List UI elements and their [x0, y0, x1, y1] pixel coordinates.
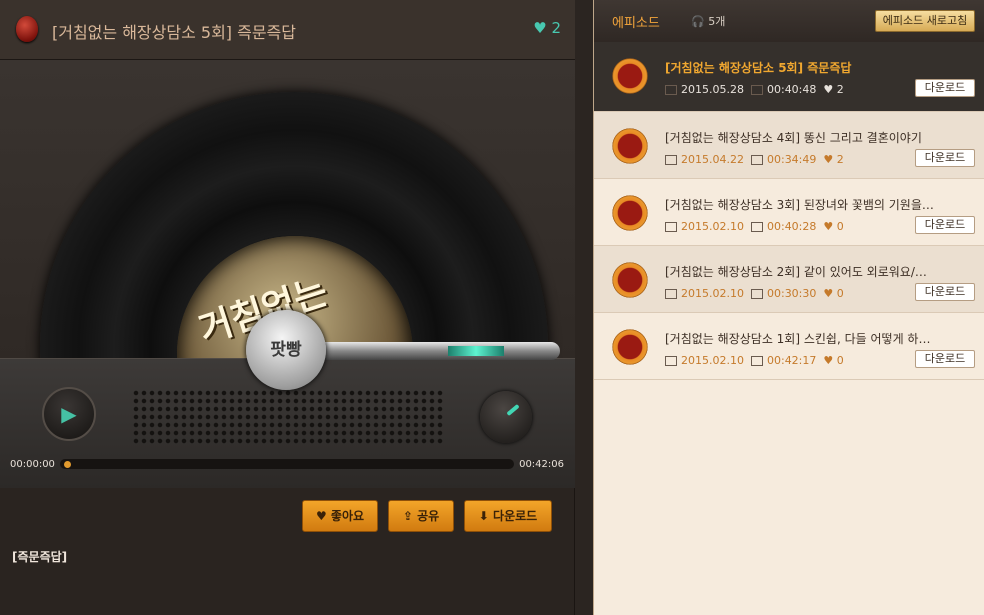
episode-likes: 2 — [836, 83, 844, 96]
episode-count-text: 5개 — [708, 15, 726, 28]
like-count-value: 2 — [551, 19, 561, 37]
upload-icon — [665, 85, 677, 95]
sidebar-header: 에피소드 🎧 5개 에피소드 새로고침 — [594, 0, 984, 42]
episode-item-4[interactable]: [거침없는 해장상담소 4회] 똥신 그리고 결혼이야기 2015.04.22 … — [594, 112, 984, 179]
duration-icon — [750, 289, 763, 299]
share-button-label: 공유 — [417, 509, 440, 523]
progress-handle[interactable] — [64, 461, 71, 468]
episode-title: [거침없는 해장상담소 1회] 스킨쉽, 다들 어떻게 하… — [665, 332, 931, 346]
page: [거침없는 해장상담소 5회] 즉문즉답 ♥ 2 거침없는 팟빵 ▶ 00:00… — [0, 0, 984, 615]
tonearm-glow — [448, 346, 504, 356]
episode-download-button[interactable]: 다운로드 — [915, 283, 975, 301]
episode-likes: 0 — [836, 354, 844, 367]
episode-duration: 00:42:17 — [766, 354, 817, 367]
like-button-label: 좋아요 — [330, 509, 365, 523]
episode-date: 2015.02.10 — [681, 287, 744, 300]
upload-icon — [665, 356, 677, 366]
like-count: ♥ 2 — [533, 19, 561, 37]
episode-item-2[interactable]: [거침없는 해장상담소 2회] 같이 있어도 외로워요/… 2015.02.10… — [594, 246, 984, 313]
tonearm[interactable] — [300, 342, 560, 360]
episode-item-1[interactable]: [거침없는 해장상담소 1회] 스킨쉽, 다들 어떻게 하… 2015.02.1… — [594, 313, 984, 380]
progress-bar[interactable] — [60, 459, 514, 469]
upload-icon — [665, 289, 677, 299]
total-time: 00:42:06 — [519, 459, 564, 470]
episode-count: 🎧 5개 — [691, 15, 726, 28]
episode-date: 2015.02.10 — [681, 354, 744, 367]
episode-download-button[interactable]: 다운로드 — [915, 350, 975, 368]
download-button-label: 다운로드 — [493, 509, 538, 523]
episode-duration: 00:34:49 — [766, 153, 817, 166]
player-title: [거침없는 해장상담소 5회] 즉문즉답 — [52, 23, 297, 42]
episode-meta: 2015.02.10 00:40:28 ♥ 0 — [665, 220, 844, 233]
episode-title: [거침없는 해장상담소 4회] 똥신 그리고 결혼이야기 — [665, 131, 922, 145]
episode-meta: 2015.05.28 00:40:48 ♥ 2 — [665, 83, 844, 96]
play-button[interactable]: ▶ — [42, 387, 96, 441]
episode-duration: 00:40:48 — [766, 83, 817, 96]
episode-description: [즉문즉답] — [12, 550, 68, 564]
episode-title: [거침없는 해장상담소 5회] 즉문즉답 — [665, 61, 852, 75]
episode-item-5[interactable]: [거침없는 해장상담소 5회] 즉문즉답 2015.05.28 00:40:48… — [594, 42, 984, 112]
player-header: [거침없는 해장상담소 5회] 즉문즉답 ♥ 2 — [0, 0, 575, 60]
duration-icon — [750, 356, 763, 366]
knob-indicator — [506, 403, 520, 417]
upload-icon — [665, 222, 677, 232]
episode-date: 2015.05.28 — [681, 83, 744, 96]
podcast-logo-icon — [16, 16, 38, 42]
headphones-icon — [610, 193, 650, 233]
episode-download-button[interactable]: 다운로드 — [915, 149, 975, 167]
episode-download-button[interactable]: 다운로드 — [915, 79, 975, 97]
episode-likes: 0 — [836, 220, 844, 233]
episode-likes: 0 — [836, 287, 844, 300]
upload-icon — [665, 155, 677, 165]
episode-title: [거침없는 해장상담소 2회] 같이 있어도 외로워요/… — [665, 265, 927, 279]
duration-icon — [750, 222, 763, 232]
episode-meta: 2015.02.10 00:30:30 ♥ 0 — [665, 287, 844, 300]
speaker-grill — [132, 389, 444, 445]
sidebar-title: 에피소드 — [612, 16, 660, 31]
player-panel: [거침없는 해장상담소 5회] 즉문즉답 ♥ 2 거침없는 팟빵 ▶ 00:00… — [0, 0, 575, 615]
duration-icon — [750, 85, 763, 95]
episode-download-button[interactable]: 다운로드 — [915, 216, 975, 234]
headphones-icon — [610, 327, 650, 367]
episode-meta: 2015.04.22 00:34:49 ♥ 2 — [665, 153, 844, 166]
episode-meta: 2015.02.10 00:42:17 ♥ 0 — [665, 354, 844, 367]
headphones-icon — [610, 56, 650, 96]
duration-icon — [750, 155, 763, 165]
like-button[interactable]: ♥ 좋아요 — [302, 500, 378, 532]
episode-item-3[interactable]: [거침없는 해장상담소 3회] 된장녀와 꽃뱀의 기원을… 2015.02.10… — [594, 179, 984, 246]
refresh-episodes-button[interactable]: 에피소드 새로고침 — [875, 10, 975, 32]
episode-duration: 00:30:30 — [766, 287, 817, 300]
episode-date: 2015.02.10 — [681, 220, 744, 233]
volume-knob[interactable] — [480, 391, 532, 443]
episode-title: [거침없는 해장상담소 3회] 된장녀와 꽃뱀의 기원을… — [665, 198, 934, 212]
headphones-icon — [610, 260, 650, 300]
episode-date: 2015.04.22 — [681, 153, 744, 166]
episode-likes: 2 — [836, 153, 844, 166]
headphones-icon — [610, 126, 650, 166]
episode-duration: 00:40:28 — [766, 220, 817, 233]
center-logo-button[interactable]: 팟빵 — [246, 310, 326, 390]
download-button[interactable]: ⬇ 다운로드 — [464, 500, 552, 532]
episode-sidebar: 에피소드 🎧 5개 에피소드 새로고침 [거침없는 해장상담소 5회] 즉문즉답… — [593, 0, 984, 615]
share-button[interactable]: ⇪ 공유 — [388, 500, 454, 532]
current-time: 00:00:00 — [10, 459, 55, 470]
